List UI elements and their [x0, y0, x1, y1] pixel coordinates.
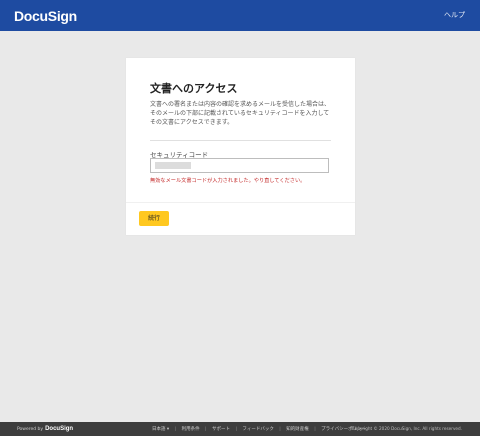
footer-separator: | — [235, 427, 237, 432]
footer-separator: | — [279, 427, 281, 432]
error-message: 無効なメール文書コードが入力されました。やり直してください。 — [150, 178, 306, 184]
support-link[interactable]: サポート — [212, 427, 230, 432]
access-description: 文書への署名または内容の確認を求めるメールを受信した場合は、そのメールの下部に記… — [150, 101, 331, 126]
terms-link[interactable]: 利用条件 — [182, 427, 200, 432]
footer-separator: | — [314, 427, 316, 432]
footer-links: 日本語 ▾ | 利用条件 | サポート | フィードバック | 知的財産権 | … — [152, 426, 370, 432]
copyright-text: Copyright © 2020 DocuSign, Inc. All righ… — [351, 426, 462, 431]
access-card: 文書へのアクセス 文書への署名または内容の確認を求めるメールを受信した場合は、そ… — [126, 58, 355, 235]
feedback-link[interactable]: フィードバック — [242, 427, 273, 432]
footer-separator: | — [205, 427, 207, 432]
card-footer-divider — [126, 202, 355, 203]
masked-code-value — [155, 162, 191, 169]
security-code-input[interactable] — [150, 158, 329, 173]
powered-by: Powered by DocuSign — [17, 426, 73, 432]
docusign-logo: DocuSign — [14, 8, 77, 24]
footer-separator: | — [174, 427, 177, 432]
intellectual-property-link[interactable]: 知的財産権 — [286, 427, 309, 432]
continue-button[interactable]: 続行 — [139, 211, 169, 226]
page-footer: Powered by DocuSign 日本語 ▾ | 利用条件 | サポート |… — [0, 422, 480, 436]
top-navigation-bar: DocuSign ヘルプ — [0, 0, 480, 31]
footer-docusign-logo: DocuSign — [45, 426, 74, 432]
help-link[interactable]: ヘルプ — [444, 10, 465, 20]
powered-by-text: Powered by — [17, 427, 44, 432]
language-selector[interactable]: 日本語 ▾ — [152, 427, 169, 432]
page-title: 文書へのアクセス — [150, 82, 238, 95]
divider — [150, 140, 331, 141]
